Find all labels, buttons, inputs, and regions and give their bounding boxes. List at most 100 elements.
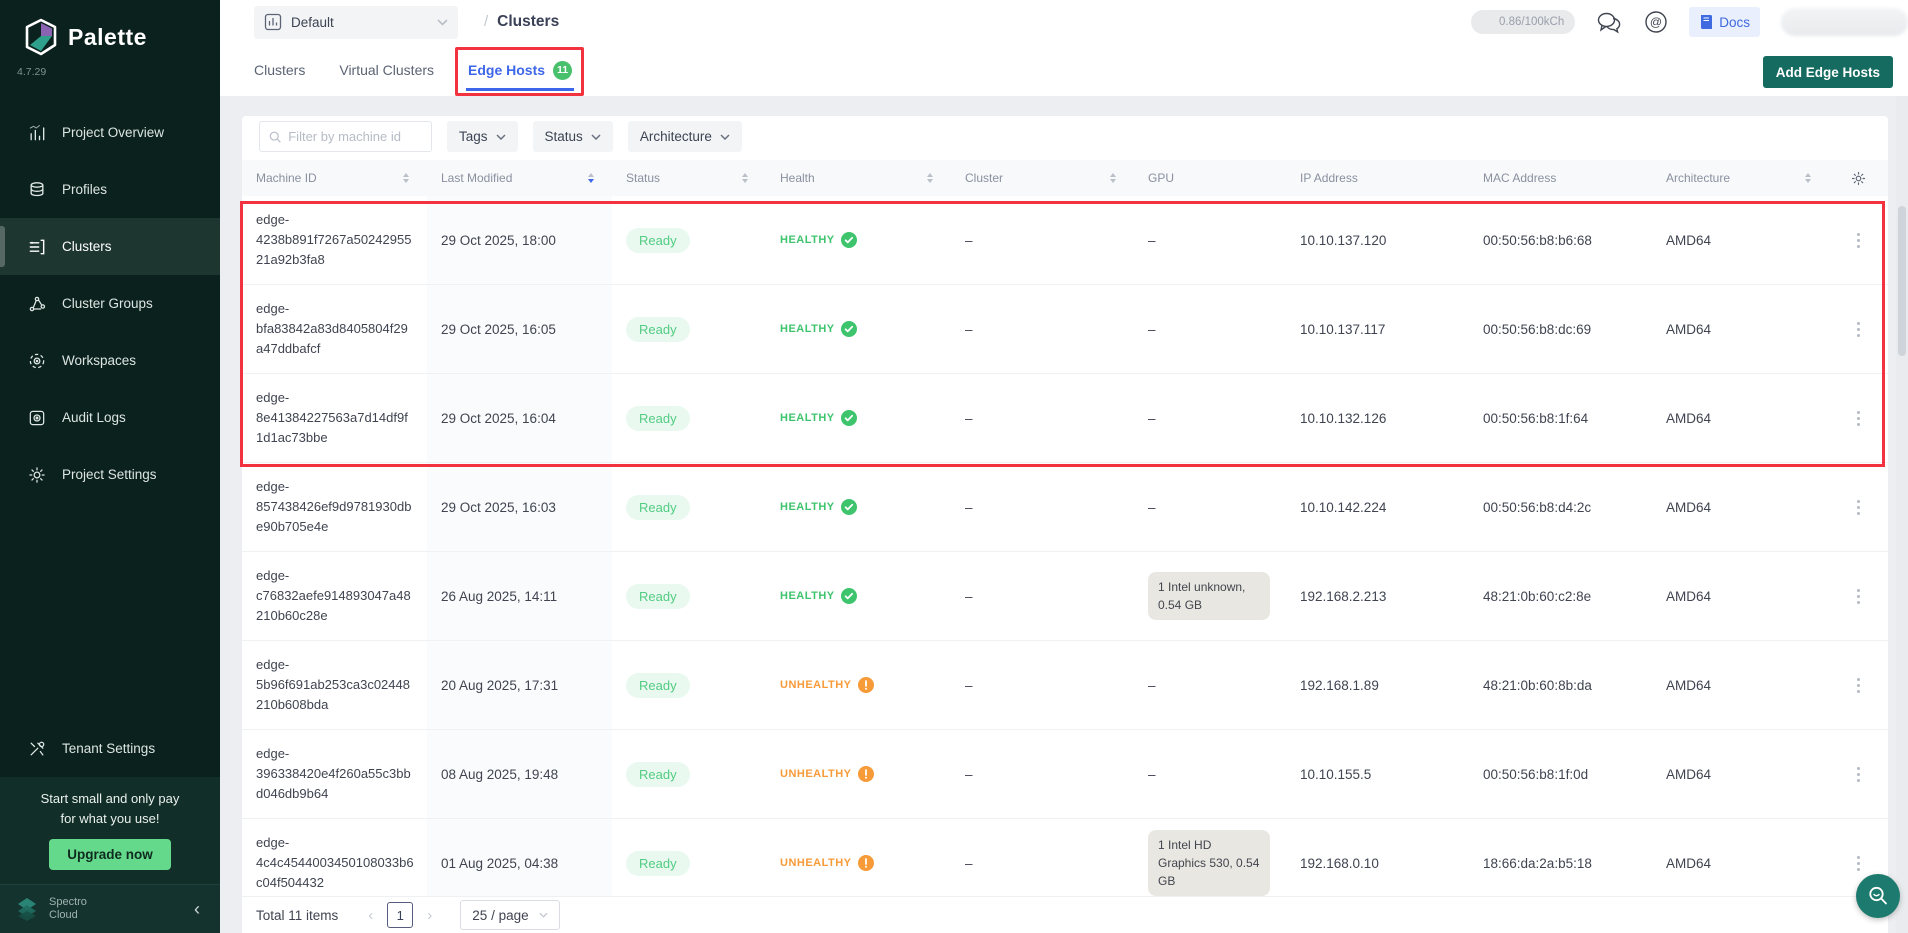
machine-id-search[interactable]: [259, 121, 432, 152]
gpu-empty: –: [1148, 322, 1156, 337]
sidebar-item-label: Tenant Settings: [62, 741, 155, 756]
cell-status: Ready: [612, 285, 766, 373]
chevron-right-icon[interactable]: ›: [421, 907, 438, 924]
app-version: 4.7.29: [0, 66, 220, 78]
filter-label: Status: [545, 129, 583, 144]
page-size-select[interactable]: 25 / page: [460, 900, 559, 930]
upgrade-now-button[interactable]: Upgrade now: [49, 839, 171, 870]
add-edge-hosts-button[interactable]: Add Edge Hosts: [1763, 56, 1893, 88]
brand-line1: Spectro: [49, 896, 179, 909]
cell-machine-id: edge-c76832aefe914893047a48210b60c28e: [242, 552, 427, 640]
cell-health: HEALTHY: [766, 552, 951, 640]
cell-cluster: –: [951, 641, 1134, 729]
column-settings[interactable]: [1829, 160, 1888, 196]
column-header-machine-id[interactable]: Machine ID: [242, 160, 427, 196]
breadcrumb-current[interactable]: Clusters: [497, 13, 559, 31]
architecture-filter-dropdown[interactable]: Architecture: [628, 121, 742, 152]
status-badge: Ready: [626, 851, 690, 876]
cell-health: HEALTHY: [766, 285, 951, 373]
row-menu-icon[interactable]: [1851, 583, 1866, 610]
bar-chart-icon: [264, 13, 282, 31]
breadcrumb: / Clusters: [484, 13, 559, 31]
sidebar-item-project-overview[interactable]: Project Overview: [0, 104, 220, 161]
column-header-status[interactable]: Status: [612, 160, 766, 196]
row-menu-icon[interactable]: [1851, 761, 1866, 788]
scrollbar-track[interactable]: [1896, 96, 1908, 933]
chevron-left-icon[interactable]: ‹: [362, 907, 379, 924]
cell-gpu: –: [1134, 641, 1286, 729]
column-label: Status: [626, 171, 660, 185]
brand-line2: Cloud: [49, 909, 179, 922]
sidebar-item-profiles[interactable]: Profiles: [0, 161, 220, 218]
user-menu[interactable]: [1781, 8, 1908, 36]
cell-cluster: –: [951, 285, 1134, 373]
column-header-health[interactable]: Health: [766, 160, 951, 196]
sidebar-item-audit-logs[interactable]: Audit Logs: [0, 389, 220, 446]
cell-ip-address: 10.10.132.126: [1286, 374, 1469, 462]
cell-machine-id: edge-bfa83842a83d8405804f29a47ddbafcf: [242, 285, 427, 373]
status-badge: Ready: [626, 495, 690, 520]
sidebar-item-clusters[interactable]: Clusters: [0, 218, 220, 275]
sort-icon: [927, 173, 933, 183]
column-header-last-modified[interactable]: Last Modified: [427, 160, 612, 196]
sidebar-collapse-icon[interactable]: ‹: [188, 899, 206, 920]
chevron-down-icon: [591, 134, 601, 140]
sidebar-item-cluster-groups[interactable]: Cluster Groups: [0, 275, 220, 332]
column-header-architecture[interactable]: Architecture: [1652, 160, 1829, 196]
row-menu-icon[interactable]: [1851, 227, 1866, 254]
table-row[interactable]: edge-8e41384227563a7d14df9f1d1ac73bbe 29…: [242, 374, 1888, 463]
table-row[interactable]: edge-5b96f691ab253ca3c02448210b608bda 20…: [242, 641, 1888, 730]
table-row[interactable]: edge-bfa83842a83d8405804f29a47ddbafcf 29…: [242, 285, 1888, 374]
row-menu-icon[interactable]: [1851, 405, 1866, 432]
cell-mac-address: 00:50:56:b8:1f:64: [1469, 374, 1652, 462]
row-menu-icon[interactable]: [1851, 316, 1866, 343]
warning-circle-icon: [858, 855, 874, 871]
chat-icon[interactable]: [1596, 11, 1623, 34]
table-row[interactable]: edge-857438426ef9d9781930dbe90b705e4e 29…: [242, 463, 1888, 552]
tab-clusters[interactable]: Clusters: [254, 44, 305, 96]
search-input[interactable]: [288, 129, 422, 144]
project-selector[interactable]: Default: [254, 6, 458, 39]
page-number[interactable]: 1: [387, 902, 413, 928]
row-menu-icon[interactable]: [1851, 850, 1866, 877]
cell-cluster: –: [951, 730, 1134, 818]
at-icon[interactable]: @: [1644, 10, 1668, 34]
check-circle-icon: [841, 499, 857, 515]
cell-architecture: AMD64: [1652, 196, 1829, 284]
status-filter-dropdown[interactable]: Status: [533, 121, 613, 152]
help-search-fab[interactable]: [1856, 874, 1900, 918]
status-badge: Ready: [626, 762, 690, 787]
row-menu-icon[interactable]: [1851, 672, 1866, 699]
sidebar-item-tenant-settings[interactable]: Tenant Settings: [0, 720, 220, 777]
chevron-down-icon: [437, 19, 448, 26]
sidebar-item-workspaces[interactable]: Workspaces: [0, 332, 220, 389]
table-row[interactable]: edge-c76832aefe914893047a48210b60c28e 26…: [242, 552, 1888, 641]
project-selector-value: Default: [291, 15, 428, 30]
cell-gpu: – 1 Intel unknown, 0.54 GB: [1134, 552, 1286, 640]
cell-actions: [1829, 463, 1888, 551]
tab-edge-hosts[interactable]: Edge Hosts 11: [468, 44, 572, 96]
row-menu-icon[interactable]: [1851, 494, 1866, 521]
cell-ip-address: 192.168.2.213: [1286, 552, 1469, 640]
column-label: IP Address: [1300, 171, 1358, 185]
column-header-cluster[interactable]: Cluster: [951, 160, 1134, 196]
table-row[interactable]: edge-396338420e4f260a55c3bbd046db9b64 08…: [242, 730, 1888, 819]
tab-virtual-clusters[interactable]: Virtual Clusters: [339, 44, 434, 96]
tab-label: Clusters: [254, 62, 305, 78]
sidebar-item-label: Workspaces: [62, 353, 136, 368]
table-row[interactable]: edge-4c4c4544003450108033b6c04f504432 01…: [242, 819, 1888, 896]
gpu-empty: –: [1148, 233, 1156, 248]
cell-cluster: –: [951, 819, 1134, 896]
health-badge: HEALTHY: [780, 499, 857, 515]
docs-button[interactable]: Docs: [1689, 7, 1760, 37]
health-badge: HEALTHY: [780, 232, 857, 248]
table-row[interactable]: edge-4238b891f7267a5024295521a92b3fa8 29…: [242, 196, 1888, 285]
status-badge: Ready: [626, 584, 690, 609]
tags-filter-dropdown[interactable]: Tags: [447, 121, 518, 152]
gpu-empty: –: [1148, 411, 1156, 426]
sidebar-item-project-settings[interactable]: Project Settings: [0, 446, 220, 503]
status-badge: Ready: [626, 406, 690, 431]
cell-status: Ready: [612, 463, 766, 551]
scrollbar-thumb[interactable]: [1898, 206, 1906, 356]
tabs: Clusters Virtual Clusters Edge Hosts 11 …: [220, 44, 1908, 96]
